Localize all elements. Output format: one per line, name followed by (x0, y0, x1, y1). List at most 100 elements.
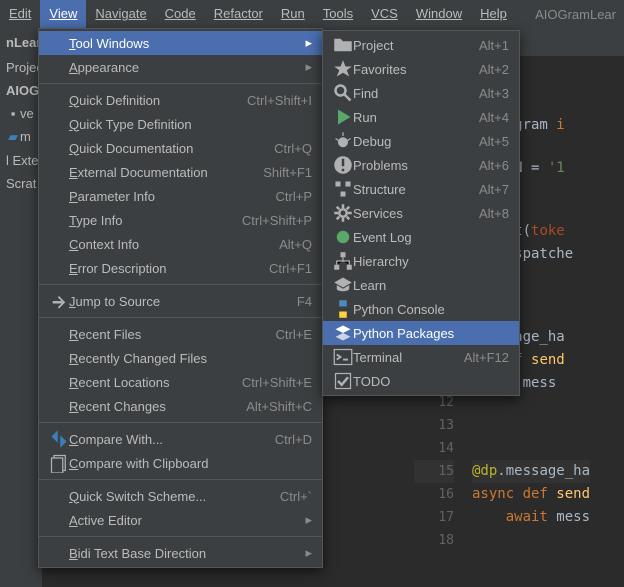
term-icon (333, 347, 353, 367)
menu-item-label: Compare With... (69, 432, 263, 447)
sidebar-pyfile[interactable]: ▰m (0, 125, 42, 149)
menu-item-label: Context Info (69, 237, 267, 252)
menu-item-label: Error Description (69, 261, 257, 276)
view-menu-item-bidi-text-base-direction[interactable]: Bidi Text Base Direction▸ (39, 541, 322, 565)
tool-window-item-structure[interactable]: StructureAlt+7 (323, 177, 519, 201)
tool-window-item-services[interactable]: ServicesAlt+8 (323, 201, 519, 225)
submenu-shortcut: Alt+F12 (452, 350, 509, 365)
view-menu-item-type-info[interactable]: Type InfoCtrl+Shift+P (39, 208, 322, 232)
menu-item-label: Recent Files (69, 327, 264, 342)
menu-item-label: Quick Definition (69, 93, 235, 108)
menu-item-label: Quick Switch Scheme... (69, 489, 268, 504)
menu-tools[interactable]: Tools (314, 0, 362, 28)
view-menu-item-recent-files[interactable]: Recent FilesCtrl+E (39, 322, 322, 346)
menu-item-label: Quick Type Definition (69, 117, 312, 132)
view-menu-item-error-description[interactable]: Error DescriptionCtrl+F1 (39, 256, 322, 280)
view-menu-item-compare-with-[interactable]: Compare With...Ctrl+D (39, 427, 322, 451)
submenu-arrow-icon: ▸ (302, 545, 312, 561)
tool-window-item-event-log[interactable]: Event Log (323, 225, 519, 249)
menu-code[interactable]: Code (156, 0, 205, 28)
menubar: Edit View Navigate Code Refactor Run Too… (0, 0, 624, 28)
menu-separator (39, 317, 322, 318)
project-title-right: AIOGramLear (535, 7, 624, 22)
submenu-item-label: Event Log (353, 230, 509, 245)
view-menu-item-external-documentation[interactable]: External DocumentationShift+F1 (39, 160, 322, 184)
submenu-item-label: Project (353, 38, 467, 53)
menu-window[interactable]: Window (407, 0, 471, 28)
struct-icon (333, 179, 353, 199)
mag-icon (333, 83, 353, 103)
view-menu-item-quick-documentation[interactable]: Quick DocumentationCtrl+Q (39, 136, 322, 160)
menu-item-label: Quick Documentation (69, 141, 262, 156)
menu-navigate[interactable]: Navigate (86, 0, 155, 28)
menu-item-label: Recently Changed Files (69, 351, 312, 366)
view-menu-item-recent-locations[interactable]: Recent LocationsCtrl+Shift+E (39, 370, 322, 394)
jump-icon (49, 291, 69, 311)
menu-vcs[interactable]: VCS (362, 0, 407, 28)
submenu-item-label: Terminal (353, 350, 452, 365)
view-menu-item-active-editor[interactable]: Active Editor▸ (39, 508, 322, 532)
sidebar-project-root[interactable]: AIOG (0, 79, 42, 102)
tool-window-item-run[interactable]: RunAlt+4 (323, 105, 519, 129)
menu-shortcut: Ctrl+E (264, 327, 312, 342)
code-line: @dp.message_ha (472, 460, 590, 483)
submenu-item-label: Debug (353, 134, 467, 149)
tool-window-item-hierarchy[interactable]: Hierarchy (323, 249, 519, 273)
menu-item-label: Recent Locations (69, 375, 230, 390)
submenu-shortcut: Alt+8 (467, 206, 509, 221)
menu-separator (39, 83, 322, 84)
menu-shortcut: Ctrl+Shift+I (235, 93, 312, 108)
menu-view[interactable]: View (40, 0, 86, 28)
tool-window-item-problems[interactable]: ProblemsAlt+6 (323, 153, 519, 177)
sidebar-scratches[interactable]: Scrat (0, 172, 42, 195)
view-menu-item-appearance[interactable]: Appearance▸ (39, 55, 322, 79)
todo-icon (333, 371, 353, 391)
menu-separator (39, 536, 322, 537)
menu-shortcut: Ctrl+Shift+P (230, 213, 312, 228)
menu-run[interactable]: Run (272, 0, 314, 28)
view-menu-item-jump-to-source[interactable]: Jump to SourceF4 (39, 289, 322, 313)
tool-window-item-todo[interactable]: TODO (323, 369, 519, 393)
menu-edit[interactable]: Edit (0, 0, 40, 28)
view-menu-item-recent-changes[interactable]: Recent ChangesAlt+Shift+C (39, 394, 322, 418)
menu-shortcut: Alt+Shift+C (234, 399, 312, 414)
view-menu-item-quick-definition[interactable]: Quick DefinitionCtrl+Shift+I (39, 88, 322, 112)
view-menu-item-tool-windows[interactable]: Tool Windows▸ (39, 31, 322, 55)
gear-icon (333, 203, 353, 223)
tool-window-item-project[interactable]: ProjectAlt+1 (323, 33, 519, 57)
menu-help[interactable]: Help (471, 0, 516, 28)
menu-item-label: Active Editor (69, 513, 302, 528)
submenu-shortcut: Alt+7 (467, 182, 509, 197)
menu-refactor[interactable]: Refactor (205, 0, 272, 28)
folder-icon: ▪ (6, 106, 20, 121)
view-menu-item-quick-switch-scheme-[interactable]: Quick Switch Scheme...Ctrl+` (39, 484, 322, 508)
submenu-item-label: TODO (353, 374, 509, 389)
hier-icon (333, 251, 353, 271)
menu-separator (39, 284, 322, 285)
submenu-shortcut: Alt+5 (467, 134, 509, 149)
menu-shortcut: Ctrl+Q (262, 141, 312, 156)
tool-window-item-terminal[interactable]: TerminalAlt+F12 (323, 345, 519, 369)
view-menu-item-quick-type-definition[interactable]: Quick Type Definition (39, 112, 322, 136)
sidebar-header[interactable]: Project (0, 56, 42, 79)
play-icon (333, 107, 353, 127)
tool-window-item-python-packages[interactable]: Python Packages (323, 321, 519, 345)
gutter-line: 18 (414, 529, 454, 552)
submenu-item-label: Problems (353, 158, 467, 173)
tool-window-item-python-console[interactable]: Python Console (323, 297, 519, 321)
sidebar-external-libs[interactable]: l Exter (0, 149, 42, 172)
tool-window-item-learn[interactable]: Learn (323, 273, 519, 297)
stack-icon (333, 323, 353, 343)
menu-separator (39, 479, 322, 480)
sidebar-folder[interactable]: ▪ve (0, 102, 42, 125)
bug-icon (333, 131, 353, 151)
view-menu-item-recently-changed-files[interactable]: Recently Changed Files (39, 346, 322, 370)
tool-window-item-find[interactable]: FindAlt+3 (323, 81, 519, 105)
tool-window-item-debug[interactable]: DebugAlt+5 (323, 129, 519, 153)
tool-window-item-favorites[interactable]: FavoritesAlt+2 (323, 57, 519, 81)
view-menu-item-compare-with-clipboard[interactable]: Compare with Clipboard (39, 451, 322, 475)
submenu-item-label: Python Packages (353, 326, 509, 341)
view-menu-item-context-info[interactable]: Context InfoAlt+Q (39, 232, 322, 256)
view-menu-item-parameter-info[interactable]: Parameter InfoCtrl+P (39, 184, 322, 208)
submenu-item-label: Structure (353, 182, 467, 197)
